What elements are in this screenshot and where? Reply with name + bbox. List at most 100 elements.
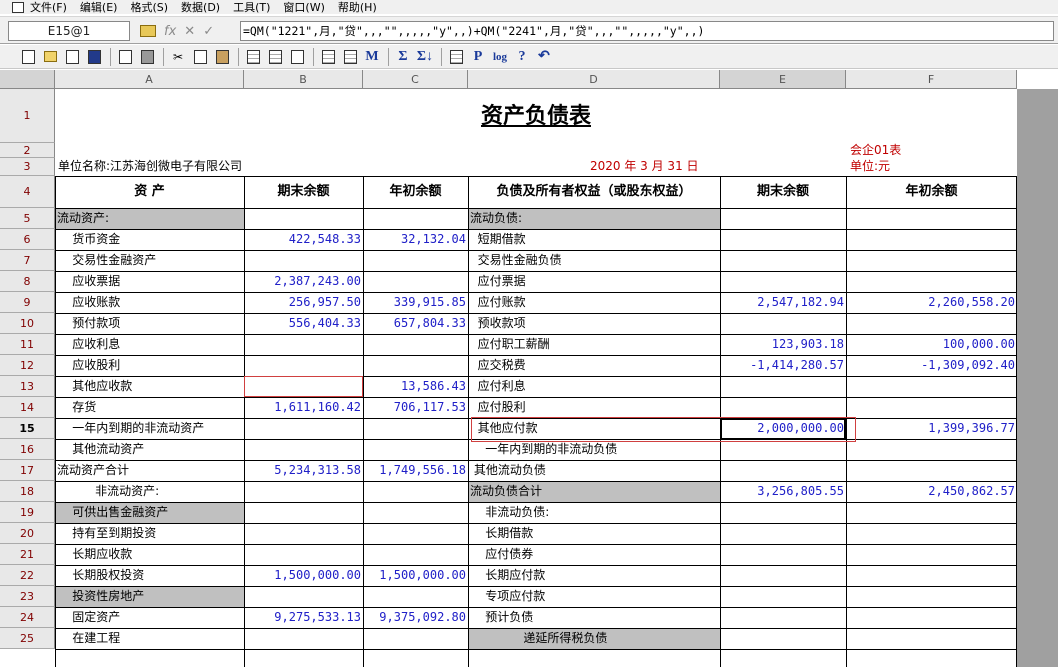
amount-cell[interactable]: 657,804.33 [363, 313, 468, 334]
amount-cell[interactable] [846, 439, 1017, 460]
amount-cell[interactable] [846, 502, 1017, 523]
label-cell[interactable]: 长期应付款 [468, 565, 720, 586]
label-cell[interactable]: 流动负债: [468, 208, 720, 229]
amount-cell[interactable] [363, 334, 468, 355]
print-button[interactable] [137, 47, 157, 67]
find-button[interactable]: M [362, 47, 382, 67]
row-header[interactable]: 12 [0, 355, 55, 376]
label-cell[interactable]: 其他应收款 [55, 376, 244, 397]
row-header[interactable]: 8 [0, 271, 55, 292]
chart-button[interactable] [446, 47, 466, 67]
amount-cell[interactable] [244, 544, 363, 565]
menu-item[interactable]: 工具(T) [233, 0, 270, 15]
row-header[interactable]: 13 [0, 376, 55, 397]
amount-cell[interactable] [363, 208, 468, 229]
amount-cell[interactable] [363, 628, 468, 649]
cell-reference-box[interactable]: E15@1 [8, 21, 130, 41]
amount-cell[interactable]: 2,450,862.57 [846, 481, 1017, 502]
amount-cell[interactable] [244, 250, 363, 271]
amount-cell[interactable] [720, 208, 846, 229]
amount-cell[interactable] [363, 355, 468, 376]
amount-cell[interactable] [244, 628, 363, 649]
column-header-d[interactable]: D [468, 70, 720, 89]
menu-item[interactable]: 帮助(H) [338, 0, 377, 15]
label-cell[interactable]: 应收股利 [55, 355, 244, 376]
label-cell[interactable]: 短期借款 [468, 229, 720, 250]
active-cell[interactable] [720, 418, 846, 440]
row-header[interactable]: 25 [0, 628, 55, 649]
amount-cell[interactable]: 123,903.18 [720, 334, 846, 355]
amount-cell[interactable] [244, 208, 363, 229]
open-button[interactable] [40, 47, 60, 67]
amount-cell[interactable]: 13,586.43 [363, 376, 468, 397]
app-icon[interactable] [12, 1, 24, 13]
amount-cell[interactable]: 1,749,556.18 [363, 460, 468, 481]
amount-cell[interactable] [846, 250, 1017, 271]
amount-cell[interactable]: 339,915.85 [363, 292, 468, 313]
amount-cell[interactable]: 3,256,805.55 [720, 481, 846, 502]
menu-item[interactable]: 编辑(E) [80, 0, 118, 15]
label-cell[interactable]: 应付利息 [468, 376, 720, 397]
spreadsheet-grid[interactable]: A B C D E F 1 2 3 4 5 6 7 8 9 10 11 12 13 14 15 16 17 18 19 20 21 2… [0, 70, 1058, 667]
column-header-c[interactable]: C [363, 70, 468, 89]
document-button[interactable] [62, 47, 82, 67]
label-cell[interactable]: 流动负债合计 [468, 481, 720, 502]
row-header[interactable]: 1 [0, 89, 55, 143]
save-button[interactable] [84, 47, 104, 67]
amount-cell[interactable] [363, 481, 468, 502]
label-cell[interactable]: 持有至到期投资 [55, 523, 244, 544]
label-cell[interactable]: 预付款项 [55, 313, 244, 334]
amount-cell[interactable] [846, 271, 1017, 292]
amount-cell[interactable] [846, 313, 1017, 334]
row-header[interactable]: 16 [0, 439, 55, 460]
amount-cell[interactable] [720, 628, 846, 649]
amount-cell[interactable] [244, 355, 363, 376]
amount-cell[interactable] [244, 439, 363, 460]
amount-cell[interactable] [846, 565, 1017, 586]
amount-cell[interactable] [846, 397, 1017, 418]
amount-cell[interactable]: 9,375,092.80 [363, 607, 468, 628]
amount-cell[interactable] [846, 523, 1017, 544]
row-header[interactable]: 17 [0, 460, 55, 481]
cut-button[interactable]: ✂ [168, 47, 188, 67]
amount-cell[interactable] [244, 502, 363, 523]
row-header[interactable]: 19 [0, 502, 55, 523]
menu-item[interactable]: 文件(F) [30, 0, 67, 15]
cancel-icon[interactable]: ✕ [184, 24, 195, 39]
amount-cell[interactable] [846, 376, 1017, 397]
amount-cell[interactable] [846, 208, 1017, 229]
label-cell[interactable]: 流动资产合计 [55, 460, 244, 481]
amount-cell[interactable] [363, 586, 468, 607]
fx-icon[interactable]: fx [164, 24, 176, 39]
amount-cell[interactable] [244, 334, 363, 355]
help-button[interactable]: ? [512, 47, 532, 67]
amount-cell[interactable] [846, 607, 1017, 628]
amount-cell[interactable]: 256,957.50 [244, 292, 363, 313]
column-header-a[interactable]: A [55, 70, 244, 89]
print-preview-button[interactable] [115, 47, 135, 67]
label-cell[interactable]: 存货 [55, 397, 244, 418]
amount-cell[interactable] [720, 502, 846, 523]
amount-cell[interactable] [363, 250, 468, 271]
label-cell[interactable]: 应收利息 [55, 334, 244, 355]
amount-cell[interactable] [363, 523, 468, 544]
new-file-button[interactable] [18, 47, 38, 67]
amount-cell[interactable] [720, 523, 846, 544]
confirm-icon[interactable]: ✓ [203, 24, 214, 39]
row-header[interactable]: 3 [0, 158, 55, 176]
label-cell[interactable]: 一年内到期的非流动负债 [468, 439, 720, 460]
amount-cell[interactable] [720, 460, 846, 481]
amount-cell[interactable] [720, 376, 846, 397]
label-cell[interactable]: 非流动资产: [55, 481, 244, 502]
row-header[interactable]: 7 [0, 250, 55, 271]
amount-cell[interactable]: 9,275,533.13 [244, 607, 363, 628]
label-cell[interactable]: 应付职工薪酬 [468, 334, 720, 355]
amount-cell[interactable] [720, 313, 846, 334]
amount-cell[interactable]: 100,000.00 [846, 334, 1017, 355]
amount-cell[interactable] [720, 229, 846, 250]
amount-cell[interactable]: 32,132.04 [363, 229, 468, 250]
label-cell[interactable]: 应交税费 [468, 355, 720, 376]
amount-cell[interactable] [720, 586, 846, 607]
undo-button[interactable]: ↶ [534, 47, 554, 67]
paste-button[interactable] [212, 47, 232, 67]
